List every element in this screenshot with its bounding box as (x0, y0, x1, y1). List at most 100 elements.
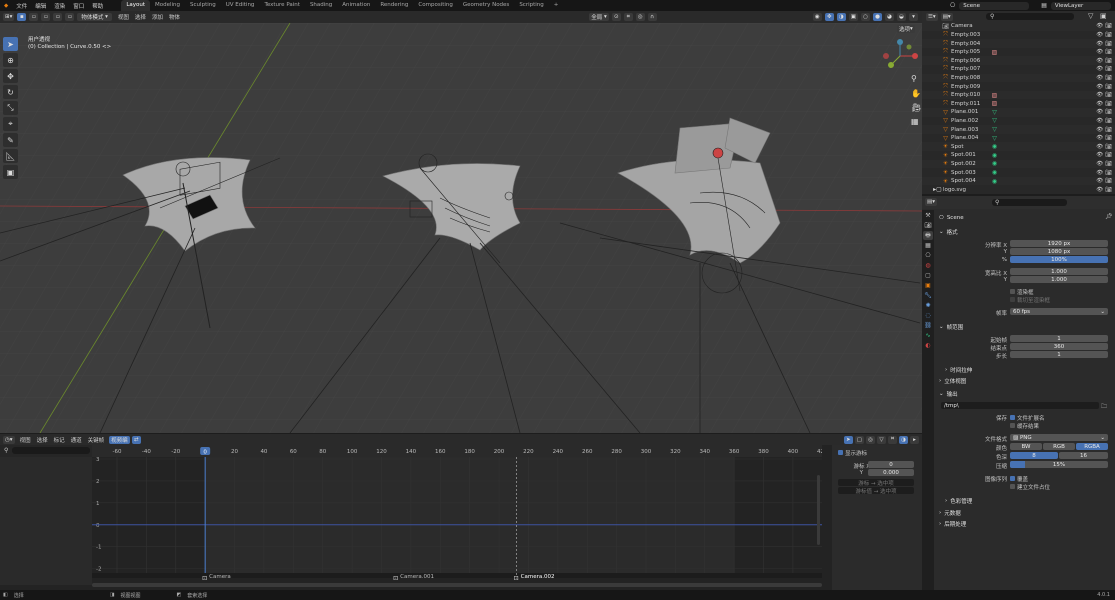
visibility-toggle-icon[interactable]: 👁︎ 📷︎ (1096, 32, 1112, 38)
compression-slider[interactable]: 15% (1010, 461, 1108, 468)
visibility-toggle-icon[interactable]: 👁︎ 📷︎ (1096, 170, 1112, 176)
outliner-row[interactable]: ⤧ Empty.011 ▨ 👁︎ 📷︎ (922, 99, 1115, 108)
camera-marker-icon[interactable]: ⊡ (202, 575, 207, 582)
move-tool-icon[interactable]: ✥ (3, 69, 18, 83)
data-tab-icon[interactable]: ∿ (923, 331, 933, 340)
filter-icon[interactable]: ▽ (877, 435, 886, 444)
render-region-checkbox[interactable] (1010, 289, 1015, 294)
visibility-toggle-icon[interactable]: 👁︎ 📷︎ (1096, 75, 1112, 81)
outliner-type-icon[interactable]: ☰▾ (926, 12, 938, 21)
scene-tab-icon[interactable]: ⎔ (923, 251, 933, 260)
outliner-row[interactable]: ☀ Spot ◉ 👁︎ 📷︎ (922, 142, 1115, 152)
time-stretch-subpanel[interactable]: › 时间拉伸 (945, 365, 1105, 374)
cursor-x-field[interactable]: 0 (868, 461, 914, 468)
cursor-tool-icon[interactable]: ⊕ (3, 53, 18, 67)
timeline-graph[interactable]: ⚲ -60-40-2002040608010012014016018020022… (0, 445, 922, 590)
cursor-to-selected-button[interactable]: 游标 → 选中项 (838, 479, 914, 487)
timeline-select-icon[interactable]: ➤ (843, 435, 853, 444)
format-panel-header[interactable]: ⌄ 格式 (939, 227, 1111, 236)
stereo-panel-header[interactable]: › 立体视图 (939, 376, 1111, 385)
fps-dropdown[interactable]: 60 fps ⌄ (1010, 308, 1108, 315)
placeholders-checkbox[interactable] (1010, 484, 1015, 489)
menu-item-4[interactable]: 帮助 (88, 2, 107, 10)
timeline-menu-1[interactable]: 选择 (34, 436, 51, 444)
object-tab-icon[interactable]: ▣ (923, 281, 933, 290)
output-path-input[interactable]: /tmp\ (941, 402, 1099, 409)
falloff-icon[interactable]: ∩ (647, 13, 657, 21)
new-collection-icon[interactable]: ▣ (1100, 12, 1107, 20)
visibility-toggle-icon[interactable]: 👁︎ 📷︎ (1096, 178, 1112, 184)
res-y-field[interactable]: 1080 px (1010, 248, 1108, 255)
depth-8-button[interactable]: 8 (1010, 452, 1058, 459)
rotate-tool-icon[interactable]: ↻ (3, 85, 18, 99)
normalize-icon[interactable]: ▢ (854, 435, 864, 444)
select-intersect-button[interactable]: ▫ (65, 13, 75, 21)
color-rgb-button[interactable]: RGB (1043, 443, 1075, 450)
cursor-y-field[interactable]: 0.000 (868, 469, 914, 476)
horizontal-scrollbar[interactable] (92, 583, 822, 587)
menu-item-2[interactable]: 渲染 (50, 2, 69, 10)
mode-dropdown[interactable]: 物体模式 ▾ (77, 13, 112, 21)
visibility-toggle-icon[interactable]: 👁︎ 📷︎ (1096, 49, 1112, 55)
color-rgba-button[interactable]: RGBA (1076, 443, 1108, 450)
workspace-tab-2[interactable]: Sculpting (185, 0, 221, 11)
light-data-icon[interactable]: ◉ (991, 178, 998, 185)
show-cursor-checkbox[interactable] (838, 450, 843, 455)
editor-type-icon[interactable]: ⊞▾ (3, 13, 15, 21)
post-processing-panel-header[interactable]: › 后期处理 (939, 519, 1111, 528)
visibility-toggle-icon[interactable]: 👁︎ 📷︎ (1096, 144, 1112, 150)
render-tab-icon[interactable]: 📷︎ (923, 221, 933, 230)
sync-icon[interactable]: ⇄ (131, 435, 141, 444)
scene-selector[interactable]: Scene (959, 1, 1030, 10)
material-tab-icon[interactable]: ◐ (923, 341, 933, 350)
menu-item-3[interactable]: 窗口 (69, 2, 88, 10)
visibility-toggle-icon[interactable]: 👁︎ 📷︎ (1096, 66, 1112, 72)
workspace-tab-6[interactable]: Animation (337, 0, 375, 11)
cache-result-checkbox[interactable] (1010, 423, 1015, 428)
collection-tab-icon[interactable]: ▢ (923, 271, 933, 280)
workspace-tab-1[interactable]: Modeling (150, 0, 185, 11)
menu-item-1[interactable]: 编辑 (31, 2, 50, 10)
workspace-tab-0[interactable]: Layout (121, 0, 151, 11)
mesh-data-icon[interactable]: ▽ (991, 126, 998, 133)
proportional-icon[interactable]: ◎ (866, 435, 875, 444)
file-format-dropdown[interactable]: ▨ PNG ⌄ (1010, 434, 1108, 441)
select-invert-button[interactable]: ▫ (53, 13, 63, 21)
output-tab-icon[interactable]: 🖶︎ (923, 231, 933, 240)
workspace-tab-7[interactable]: Rendering (375, 0, 413, 11)
light-data-icon[interactable]: ◉ (991, 143, 998, 150)
timeline-menu-3[interactable]: 通道 (68, 436, 85, 444)
display-mode-icon[interactable]: ▤▾ (940, 12, 953, 21)
timeline-editor-type-icon[interactable]: ◷▾ (3, 435, 15, 444)
visibility-toggle-icon[interactable]: 👁︎ 📷︎ (1096, 109, 1112, 115)
pin-icon[interactable]: 📌︎ (1105, 213, 1113, 220)
viewport-menu-2[interactable]: 添加 (149, 13, 166, 21)
particles-tab-icon[interactable]: ✺ (923, 301, 933, 310)
outliner-row[interactable]: ⤧ Empty.010 ▨ 👁︎ 📷︎ (922, 90, 1115, 100)
annotate-tool-icon[interactable]: ✎ (3, 133, 18, 147)
light-data-icon[interactable]: ◉ (991, 169, 998, 176)
aspect-x-field[interactable]: 1.000 (1010, 268, 1108, 275)
vertical-scrollbar[interactable] (817, 475, 820, 545)
select-extend-button[interactable]: ▫ (29, 13, 39, 21)
viewport-menu-3[interactable]: 物体 (166, 13, 183, 21)
proportional-edit-icon[interactable]: ◎ (635, 13, 645, 21)
overlay-icon[interactable]: ◑ (836, 13, 846, 21)
visibility-toggle-icon[interactable]: 👁︎ 📷︎ (1096, 41, 1112, 47)
outliner-row[interactable]: ⤧ Empty.004 👁︎ 📷︎ (922, 39, 1115, 48)
frame-range-panel-header[interactable]: ⌄ 帧范围 (939, 322, 1111, 331)
outliner-row[interactable]: ▽ Plane.003 ▽ 👁︎ 📷︎ (922, 125, 1115, 134)
outliner-row[interactable]: ⤧ Empty.006 👁︎ 📷︎ (922, 56, 1115, 66)
mesh-data-icon[interactable]: ▽ (991, 117, 998, 124)
camera-marker-icon[interactable]: ⊡ (514, 575, 519, 582)
measure-tool-icon[interactable]: 📐︎ (3, 149, 18, 163)
light-data-icon[interactable]: ◉ (991, 160, 998, 167)
visibility-toggle-icon[interactable]: 👁︎ 📷︎ (1096, 58, 1112, 64)
sidebar-toggle-icon[interactable]: ▸ (910, 435, 919, 444)
visibility-toggle-icon[interactable]: 👁︎ 📷︎ (1096, 127, 1112, 133)
overwrite-checkbox[interactable] (1010, 476, 1015, 481)
visibility-toggle-icon[interactable]: 👁︎ 📷︎ (1096, 187, 1112, 193)
camera-marker-icon[interactable]: ⊡ (393, 575, 398, 582)
modifier-tab-icon[interactable]: 🔧︎ (923, 291, 933, 300)
file-ext-checkbox[interactable] (1010, 415, 1015, 420)
